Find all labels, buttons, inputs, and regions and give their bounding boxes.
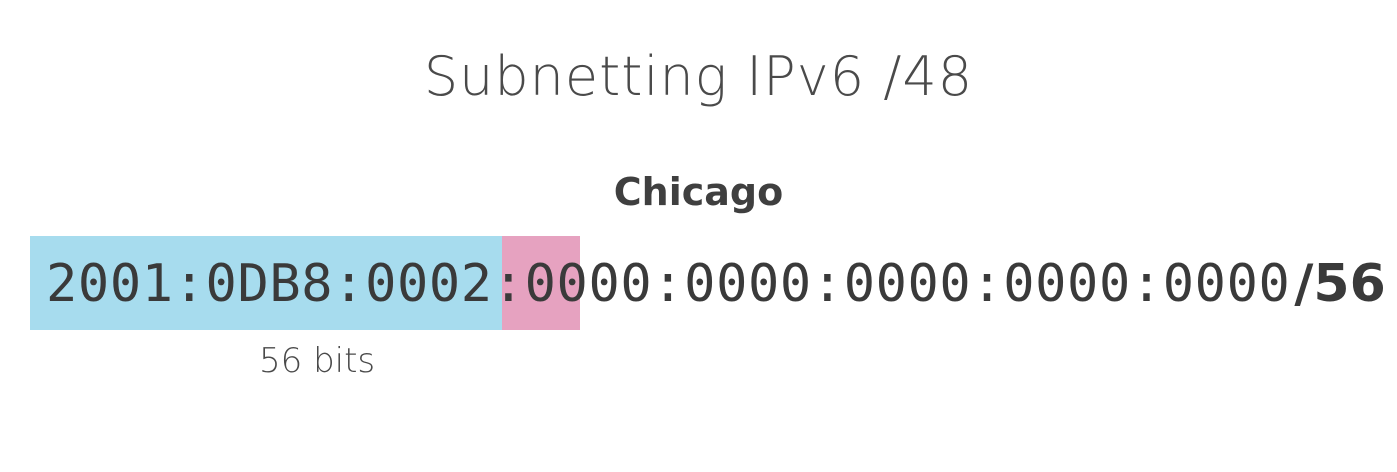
location-heading: Chicago: [613, 170, 784, 214]
prefix-length: /56: [1294, 254, 1386, 314]
address-network-part: 2001:0DB8:0002:: [46, 254, 525, 314]
address-subnet-part: 00: [524, 254, 589, 314]
bits-label: 56 bits: [259, 341, 376, 381]
address-interface-part: 00:0000:0000:0000:0000: [588, 254, 1291, 314]
ipv6-address: 2001:0DB8:0002:0000:0000:0000:0000:0000/…: [46, 248, 1386, 320]
slide-title: Subnetting IPv6 /48: [423, 45, 974, 108]
